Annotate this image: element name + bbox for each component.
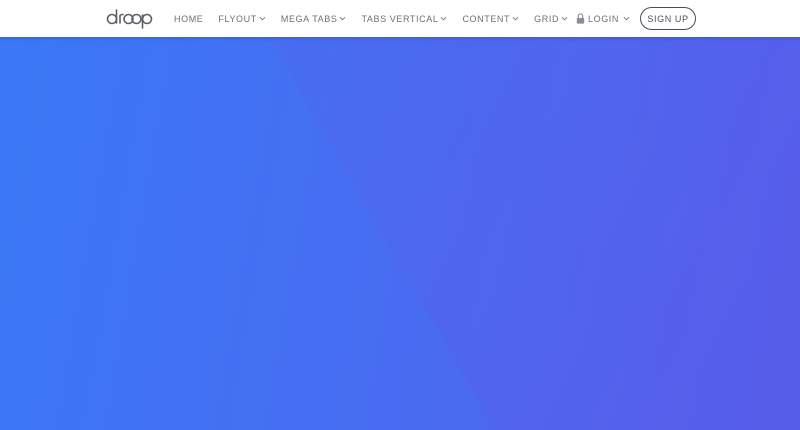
chevron-down-icon [623,16,630,21]
login-label: LOGIN [588,13,620,24]
hero-background-shape [268,37,800,430]
signup-button[interactable]: SIGN UP [640,7,696,30]
signup-label: SIGN UP [647,13,689,24]
nav-item-grid[interactable]: GRID [534,14,568,24]
nav-item-label: TABS VERTICAL [361,13,439,24]
page: HOME FLYOUT MEGA TABS TABS VERTICAL CONT… [0,0,800,430]
chevron-down-icon [259,16,266,21]
login-link[interactable]: LOGIN [576,0,630,37]
droop-logo[interactable] [106,7,156,29]
nav-item-home[interactable]: HOME [174,14,203,24]
nav-item-flyout[interactable]: FLYOUT [218,13,266,24]
hero-section [0,37,800,430]
nav-item-label: CONTENT [462,13,511,24]
main-nav: HOME FLYOUT MEGA TABS TABS VERTICAL CONT… [174,0,583,37]
nav-item-label: HOME [174,13,204,24]
chevron-down-icon [441,16,447,21]
nav-item-mega-tabs[interactable]: MEGA TABS [281,14,347,24]
lock-icon [576,13,585,24]
chevron-down-icon [512,16,519,21]
nav-item-label: FLYOUT [218,13,257,24]
nav-item-label: GRID [534,13,560,24]
chevron-down-icon [340,16,346,21]
chevron-down-icon [561,16,568,21]
nav-item-tabs-vertical[interactable]: TABS VERTICAL [361,14,447,24]
nav-item-content[interactable]: CONTENT [462,14,519,24]
nav-item-label: MEGA TABS [280,13,338,24]
top-navbar: HOME FLYOUT MEGA TABS TABS VERTICAL CONT… [0,0,800,37]
